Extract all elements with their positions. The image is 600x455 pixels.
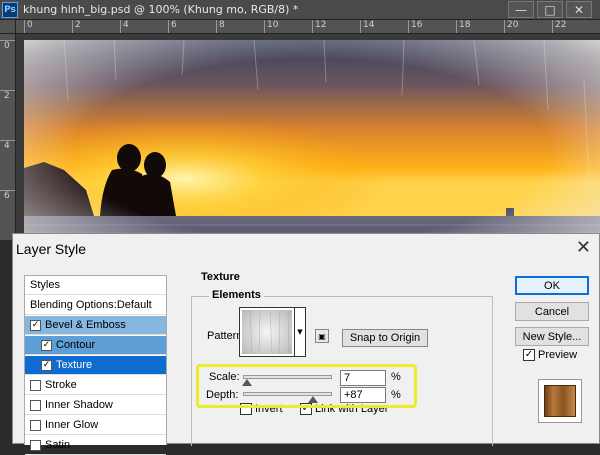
- ruler-top-tick: 4: [120, 20, 129, 33]
- ruler-left-tick: 0: [0, 40, 15, 51]
- document-title: khung hinh_big.psd @ 100% (Khung mo, RGB…: [23, 3, 299, 16]
- ruler-left-tick: 6: [0, 190, 15, 201]
- ruler-top-tick: 18: [456, 20, 470, 33]
- maximize-button[interactable]: □: [537, 1, 563, 18]
- ruler-top-tick: 12: [312, 20, 326, 33]
- style-item-inner-glow[interactable]: Inner Glow: [25, 416, 166, 435]
- dialog-title: Layer Style: [16, 241, 87, 257]
- style-checkbox[interactable]: [30, 419, 41, 431]
- texture-section-title: Texture: [201, 271, 240, 283]
- pattern-picker[interactable]: [239, 307, 295, 357]
- cancel-button[interactable]: Cancel: [515, 302, 589, 321]
- style-item-label: Contour: [56, 339, 96, 351]
- style-preview-swatch: [544, 385, 576, 417]
- ruler-left-tick: 2: [0, 90, 15, 101]
- canvas-area[interactable]: [16, 34, 600, 240]
- style-item-label: Inner Shadow: [45, 399, 113, 411]
- style-item-styles[interactable]: Styles: [25, 276, 166, 295]
- preview-checkbox[interactable]: ✓: [523, 349, 535, 361]
- style-item-label: Blending Options:Default: [30, 299, 152, 311]
- style-item-blending-options-default[interactable]: Blending Options:Default: [25, 296, 166, 315]
- document-window: Ps khung hinh_big.psd @ 100% (Khung mo, …: [0, 0, 600, 240]
- preview-checkbox-row[interactable]: ✓ Preview: [523, 349, 577, 361]
- ruler-top-tick: 6: [168, 20, 177, 33]
- ruler-top-tick: 14: [360, 20, 374, 33]
- style-item-stroke[interactable]: Stroke: [25, 376, 166, 395]
- ruler-corner[interactable]: [0, 20, 16, 34]
- sunset-photo: [24, 40, 600, 240]
- layer-style-dialog: Layer Style ✕ Styles Blending Options:Def…: [12, 233, 600, 455]
- style-checkbox[interactable]: ✓: [30, 319, 41, 331]
- style-checkbox[interactable]: ✓: [41, 339, 52, 351]
- new-style-button[interactable]: New Style...: [515, 327, 589, 346]
- style-item-contour[interactable]: ✓ Contour: [25, 336, 166, 355]
- minimize-button[interactable]: —: [508, 1, 534, 18]
- ok-button[interactable]: OK: [515, 276, 589, 295]
- style-item-texture[interactable]: ✓ Texture: [25, 356, 166, 375]
- ruler-top-tick: 2: [72, 20, 81, 33]
- horizontal-ruler[interactable]: 0 2 4 6 8 10 12 14 16 18 20 22: [16, 20, 600, 34]
- style-checkbox[interactable]: [30, 439, 41, 451]
- ruler-top-tick: 16: [408, 20, 422, 33]
- elements-title: Elements: [209, 289, 264, 301]
- ruler-left-tick: 4: [0, 140, 15, 151]
- ruler-top-tick: 22: [552, 20, 566, 33]
- style-item-satin[interactable]: Satin: [25, 436, 166, 455]
- annotation-highlight: [196, 364, 417, 408]
- canvas-image[interactable]: [24, 40, 600, 240]
- style-item-label: Satin: [45, 439, 71, 451]
- pattern-dropdown-arrow-icon[interactable]: ▼: [295, 307, 306, 357]
- style-item-bevel-emboss[interactable]: ✓ Bevel & Emboss: [25, 316, 166, 335]
- style-item-label: Stroke: [45, 379, 77, 391]
- style-checkbox[interactable]: [30, 399, 41, 411]
- style-checkbox[interactable]: [30, 379, 41, 391]
- vertical-ruler[interactable]: 0 2 4 6: [0, 34, 16, 240]
- style-item-label: Texture: [56, 359, 93, 371]
- style-preview: [538, 379, 582, 423]
- snap-to-origin-button[interactable]: Snap to Origin: [342, 329, 428, 347]
- style-item-label: Bevel & Emboss: [45, 319, 126, 331]
- document-titlebar[interactable]: Ps khung hinh_big.psd @ 100% (Khung mo, …: [0, 0, 600, 20]
- ruler-top-tick: 20: [504, 20, 518, 33]
- dialog-close-icon[interactable]: ✕: [576, 237, 591, 258]
- style-item-label: Inner Glow: [45, 419, 99, 431]
- new-preset-icon[interactable]: ▣: [315, 329, 329, 343]
- style-item-inner-shadow[interactable]: Inner Shadow: [25, 396, 166, 415]
- ruler-top-tick: 0: [24, 20, 33, 33]
- close-window-button[interactable]: ✕: [566, 1, 592, 18]
- photoshop-logo-icon: Ps: [2, 1, 18, 18]
- style-checkbox[interactable]: ✓: [41, 359, 52, 371]
- preview-label: Preview: [538, 349, 578, 361]
- styles-list: Styles Blending Options:Default ✓ Bevel & E…: [24, 275, 167, 455]
- ruler-top-tick: 10: [264, 20, 278, 33]
- pattern-thumbnail: [242, 309, 292, 355]
- ruler-top-tick: 8: [216, 20, 225, 33]
- style-item-label: Styles: [30, 279, 60, 291]
